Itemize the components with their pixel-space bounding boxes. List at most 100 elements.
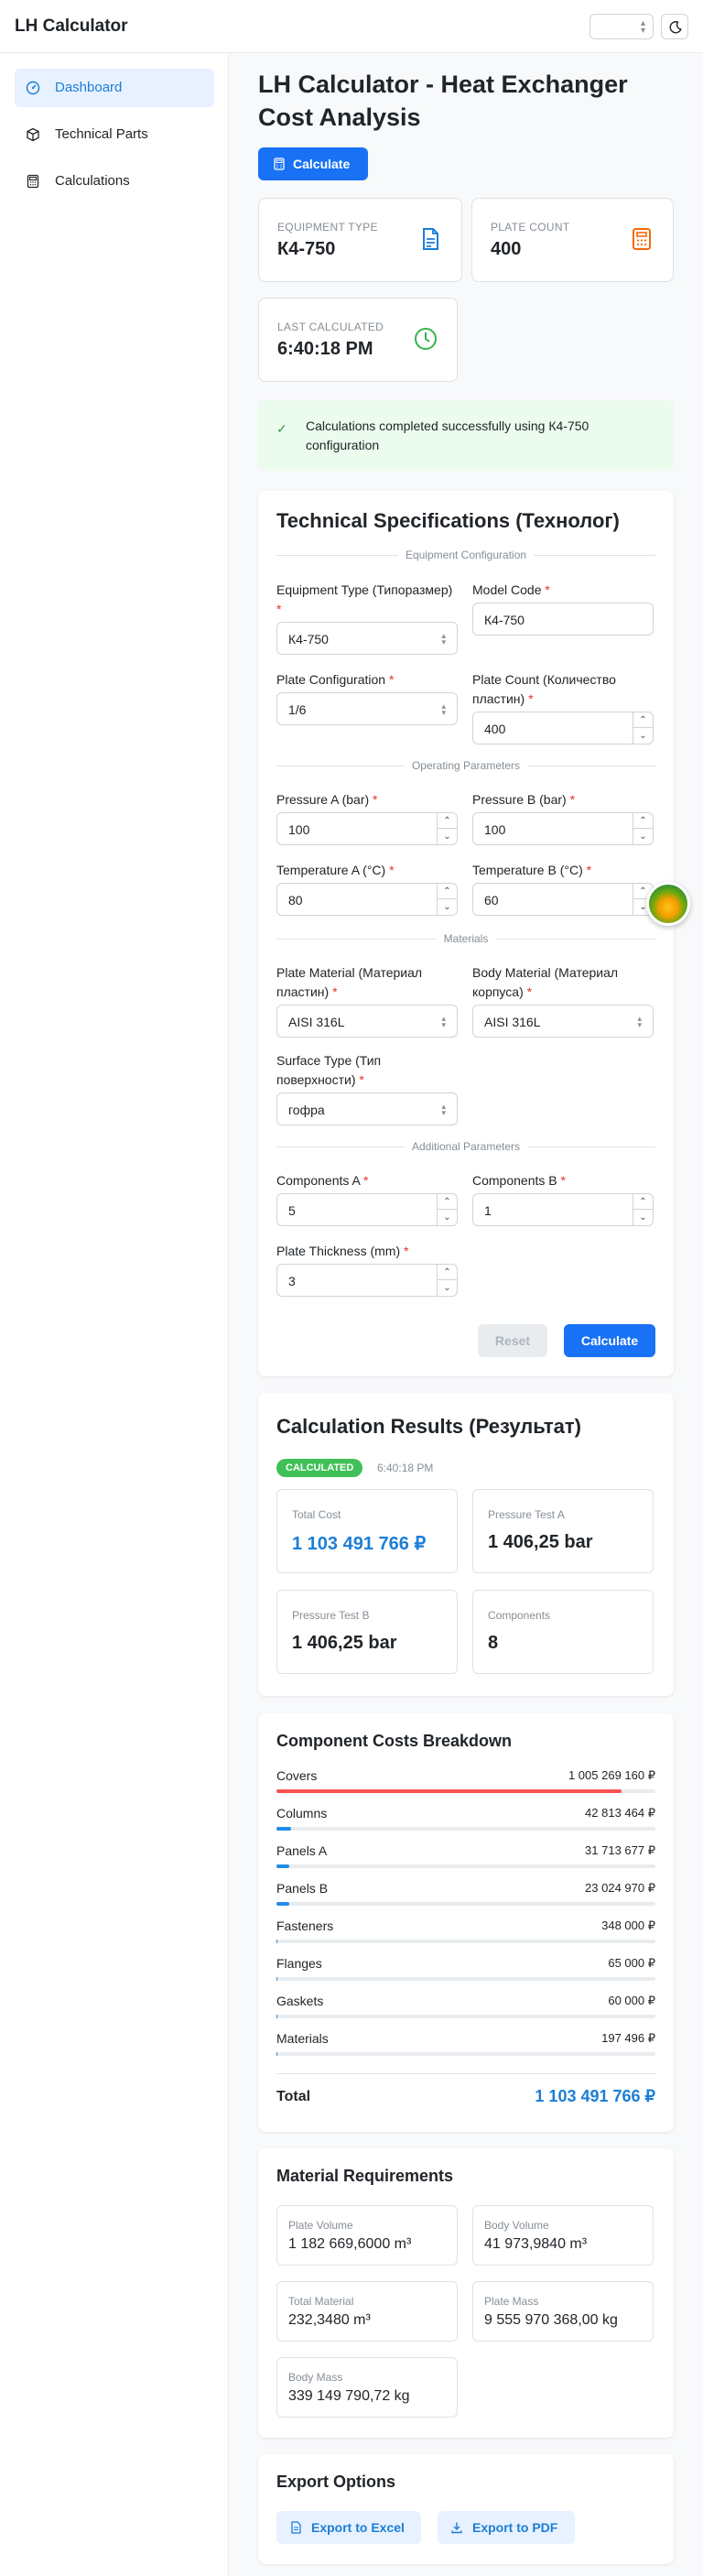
stat-label: LAST CALCULATED — [277, 321, 384, 333]
components-a-input[interactable]: 5 ⌃ ⌄ — [276, 1193, 458, 1226]
chevron-down-icon[interactable]: ⌄ — [438, 1210, 457, 1225]
chevron-down-icon[interactable]: ⌄ — [438, 899, 457, 915]
stat-value: 400 — [491, 239, 522, 259]
check-icon: ✓ — [276, 421, 287, 436]
cost-name: Panels A — [276, 1843, 328, 1858]
number-stepper[interactable]: ⌃ ⌄ — [633, 1194, 653, 1225]
chevron-up-icon[interactable]: ⌃ — [438, 884, 457, 899]
equipment-type-select[interactable]: К4-750 ▴ ▾ — [276, 622, 458, 655]
body-material-select[interactable]: AISI 316L ▴ ▾ — [472, 1005, 654, 1038]
chevron-down-icon[interactable]: ⌄ — [633, 1210, 653, 1225]
stat-last-calculated: LAST CALCULATED 6:40:18 PM — [258, 298, 458, 382]
field-label: Plate Configuration * — [276, 672, 395, 687]
cost-amount: 60 000 ₽ — [608, 1994, 655, 2007]
specs-title: Technical Specifications (Технолог) — [276, 509, 620, 532]
cost-amount: 197 496 ₽ — [601, 2031, 655, 2045]
sidebar-item-calculations[interactable]: Calculations — [15, 162, 214, 201]
sidebar: Dashboard Technical Parts Calculations — [0, 54, 229, 2576]
cost-bar-fill — [276, 1789, 622, 1793]
plate-config-select[interactable]: 1/6 ▴ ▾ — [276, 692, 458, 725]
field-label: Plate Material (Материал пластин) * — [276, 965, 423, 999]
model-code-input[interactable]: К4-750 — [472, 603, 654, 636]
cost-bar-track — [276, 1902, 655, 1906]
cost-amount: 42 813 464 ₽ — [585, 1806, 655, 1820]
divider — [276, 2073, 655, 2074]
download-icon — [451, 2522, 462, 2534]
results-card: Calculation Results (Результат) CALCULAT… — [258, 1393, 674, 1696]
sidebar-item-technical-parts[interactable]: Technical Parts — [15, 115, 214, 154]
alert-text: Calculations completed successfully usin… — [306, 418, 589, 452]
field-label: Surface Type (Тип поверхности) * — [276, 1053, 382, 1087]
results-title: Calculation Results (Результат) — [276, 1415, 581, 1438]
calculator-icon — [274, 158, 285, 170]
updown-chevron-icon: ▴ ▾ — [441, 701, 446, 717]
chevron-down-icon[interactable]: ⌄ — [633, 728, 653, 744]
cost-bar-fill — [276, 1977, 277, 1981]
components-b-input[interactable]: 1 ⌃ ⌄ — [472, 1193, 654, 1226]
field-label: Plate Thickness (mm) * — [276, 1244, 409, 1258]
pressure-b-input[interactable]: 100 ⌃ ⌄ — [472, 812, 654, 845]
cost-bar-fill — [276, 1902, 289, 1906]
temperature-a-input[interactable]: 80 ⌃ ⌄ — [276, 883, 458, 916]
updown-chevron-icon: ▴ ▾ — [441, 1102, 446, 1117]
number-stepper[interactable]: ⌃ ⌄ — [437, 884, 457, 915]
result-pressure-test-a: Pressure Test A1 406,25 bar — [472, 1489, 654, 1573]
surface-type-select[interactable]: гофра ▴ ▾ — [276, 1092, 458, 1125]
chevron-up-icon[interactable]: ⌃ — [438, 1265, 457, 1280]
cost-amount: 348 000 ₽ — [601, 1918, 655, 1932]
stat-plate-count: PLATE COUNT 400 — [471, 198, 674, 282]
chevron-up-icon[interactable]: ⌃ — [438, 1194, 457, 1210]
cost-bar-track — [276, 2052, 655, 2056]
cost-bar-fill — [276, 2015, 277, 2018]
reset-button[interactable]: Reset — [478, 1324, 547, 1357]
section-divider: Operating Parameters — [276, 759, 655, 772]
field-label: Pressure A (bar) * — [276, 792, 378, 807]
theme-toggle-button[interactable] — [661, 14, 688, 39]
result-components: Components 8 — [472, 1590, 654, 1674]
cost-bar-track — [276, 1789, 655, 1793]
cost-bar-track — [276, 2015, 655, 2018]
field-label: Pressure B (bar) * — [472, 792, 576, 807]
cost-name: Panels B — [276, 1881, 329, 1896]
cost-amount: 65 000 ₽ — [608, 1956, 655, 1970]
chevron-up-icon[interactable]: ⌃ — [633, 1194, 653, 1210]
number-stepper[interactable]: ⌃ ⌄ — [633, 712, 653, 744]
cost-bar-track — [276, 1940, 655, 1943]
language-select[interactable]: ▴ ▾ — [589, 14, 654, 39]
cost-row: Gaskets 60 000 ₽ — [276, 1994, 655, 2028]
cost-amount: 1 005 269 160 ₽ — [568, 1768, 655, 1782]
specs-card: Technical Specifications (Технолог) Equi… — [258, 491, 674, 1376]
chevron-up-icon[interactable]: ⌃ — [633, 813, 653, 829]
calculate-label: Calculate — [293, 157, 351, 171]
plate-count-input[interactable]: 400 ⌃ ⌄ — [472, 712, 654, 745]
plate-material-select[interactable]: AISI 316L ▴ ▾ — [276, 1005, 458, 1038]
chevron-up-icon[interactable]: ⌃ — [633, 712, 653, 728]
calculate-button[interactable]: Calculate — [258, 147, 368, 180]
sidebar-item-dashboard[interactable]: Dashboard — [15, 69, 214, 107]
temperature-b-input[interactable]: 60 ⌃ ⌄ — [472, 883, 654, 916]
calculator-icon — [27, 174, 39, 189]
assistant-avatar[interactable] — [646, 882, 690, 926]
number-stepper[interactable]: ⌃ ⌄ — [437, 813, 457, 844]
chevron-down-icon[interactable]: ⌄ — [633, 829, 653, 844]
cost-bar-fill — [276, 1864, 289, 1868]
export-excel-button[interactable]: Export to Excel — [276, 2511, 421, 2544]
breakdown-title: Component Costs Breakdown — [276, 1732, 513, 1750]
plate-thickness-input[interactable]: 3 ⌃ ⌄ — [276, 1264, 458, 1297]
page-title: LH Calculator - Heat Exchanger Cost Anal… — [258, 71, 628, 131]
cost-name: Materials — [276, 2031, 329, 2046]
number-stepper[interactable]: ⌃ ⌄ — [437, 1194, 457, 1225]
field-label: Components B * — [472, 1173, 566, 1188]
calculate-submit-button[interactable]: Calculate — [564, 1324, 655, 1357]
export-pdf-button[interactable]: Export to PDF — [438, 2511, 575, 2544]
cost-row: Materials 197 496 ₽ — [276, 2031, 655, 2066]
number-stepper[interactable]: ⌃ ⌄ — [633, 813, 653, 844]
chevron-up-icon[interactable]: ⌃ — [438, 813, 457, 829]
pressure-a-input[interactable]: 100 ⌃ ⌄ — [276, 812, 458, 845]
number-stepper[interactable]: ⌃ ⌄ — [437, 1265, 457, 1296]
chevron-down-icon[interactable]: ⌄ — [438, 1280, 457, 1296]
total-value: 1 103 491 766 ₽ — [535, 2087, 655, 2105]
stat-value: К4-750 — [277, 239, 336, 259]
box-icon — [27, 127, 39, 142]
chevron-down-icon[interactable]: ⌄ — [438, 829, 457, 844]
